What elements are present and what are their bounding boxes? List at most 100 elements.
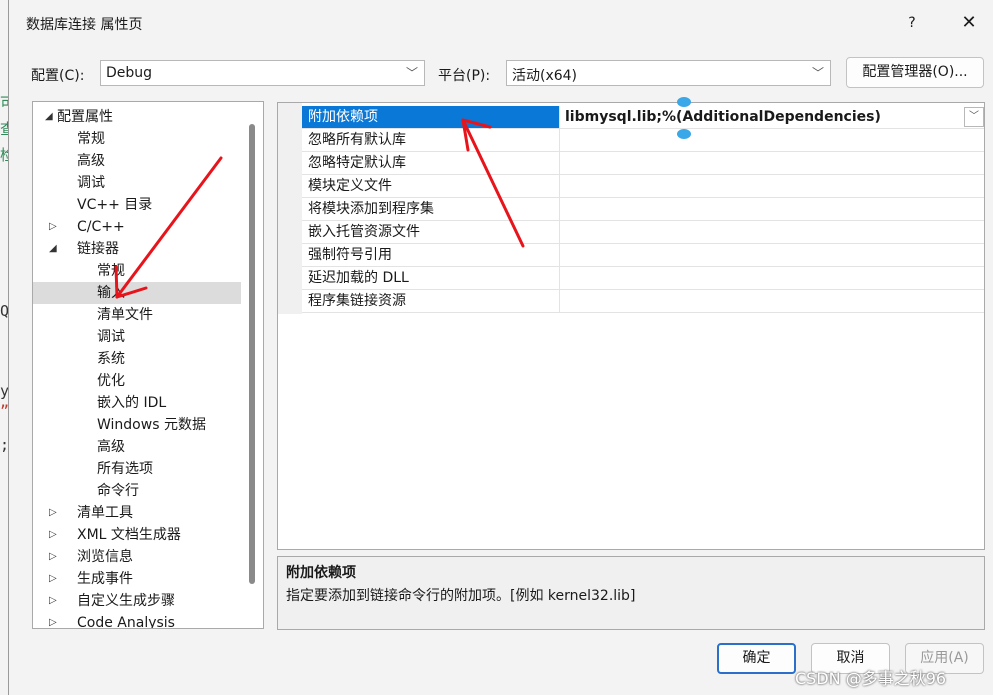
- tree-item[interactable]: ▷ 清单工具: [33, 502, 241, 524]
- tree-item-label: 嵌入的 IDL: [97, 395, 167, 411]
- platform-value: 活动(x64): [512, 68, 578, 84]
- property-value[interactable]: [560, 244, 965, 266]
- config-label: 配置(C):: [31, 68, 85, 84]
- property-name: 附加依赖项: [302, 106, 560, 128]
- tree-item[interactable]: ▷ XML 文档生成器: [33, 524, 241, 546]
- expand-icon[interactable]: ▷: [49, 546, 61, 568]
- tree-item-label: Code Analysis: [77, 615, 175, 629]
- property-grid[interactable]: 附加依赖项 libmysql.lib;%(AdditionalDependenci…: [277, 97, 985, 550]
- dialog-title: 数据库连接 属性页: [26, 17, 143, 33]
- tree-item[interactable]: ▷ 生成事件: [33, 568, 241, 590]
- tree-item[interactable]: ◢ 配置属性: [33, 106, 241, 128]
- collapse-icon[interactable]: ◢: [49, 238, 61, 260]
- tree-item-label: 高级: [97, 439, 125, 455]
- tree-item[interactable]: ▷ Code Analysis: [33, 612, 241, 629]
- expand-icon[interactable]: ▷: [49, 502, 61, 524]
- property-row[interactable]: 程序集链接资源: [302, 290, 984, 313]
- property-row[interactable]: 延迟加载的 DLL: [302, 267, 984, 290]
- property-value[interactable]: [560, 267, 965, 289]
- chevron-down-icon: ﹀: [405, 66, 418, 80]
- property-row[interactable]: 忽略所有默认库: [302, 129, 984, 152]
- tree-item[interactable]: 调试: [33, 326, 241, 348]
- tree-item-label: VC++ 目录: [77, 197, 153, 213]
- tree-item[interactable]: VC++ 目录: [33, 194, 241, 216]
- property-value[interactable]: [560, 221, 965, 243]
- property-row[interactable]: 附加依赖项 libmysql.lib;%(AdditionalDependenci…: [302, 106, 984, 129]
- property-value[interactable]: [560, 152, 965, 174]
- tree-item[interactable]: 调试: [33, 172, 241, 194]
- property-row[interactable]: 将模块添加到程序集: [302, 198, 984, 221]
- tree-item[interactable]: ▷ 自定义生成步骤: [33, 590, 241, 612]
- text-caret-handle-icon[interactable]: [677, 97, 691, 107]
- property-row[interactable]: 强制符号引用: [302, 244, 984, 267]
- tree-item-label: C/C++: [77, 219, 125, 235]
- tree-item-label: 调试: [77, 175, 105, 191]
- tree-scrollbar[interactable]: [249, 124, 255, 584]
- tree-item[interactable]: 嵌入的 IDL: [33, 392, 241, 414]
- collapse-icon[interactable]: ◢: [45, 106, 57, 128]
- property-name: 延迟加载的 DLL: [302, 267, 560, 289]
- property-name: 强制符号引用: [302, 244, 560, 266]
- tree-item-label: 高级: [77, 153, 105, 169]
- tree-item[interactable]: 命令行: [33, 480, 241, 502]
- ok-button[interactable]: 确定: [717, 643, 796, 674]
- property-name: 忽略特定默认库: [302, 152, 560, 174]
- tree-item[interactable]: 常规: [33, 260, 241, 282]
- grid-gutter: [278, 103, 302, 314]
- watermark: CSDN @多事之秋96: [795, 669, 947, 688]
- tree-item[interactable]: 优化: [33, 370, 241, 392]
- expand-icon[interactable]: ▷: [49, 524, 61, 546]
- description-text: 指定要添加到链接命令行的附加项。[例如 kernel32.lib]: [286, 588, 636, 604]
- property-row[interactable]: 模块定义文件: [302, 175, 984, 198]
- tree-item[interactable]: 输入: [33, 282, 241, 304]
- platform-label: 平台(P):: [438, 68, 491, 84]
- tree-item[interactable]: 高级: [33, 150, 241, 172]
- expand-icon[interactable]: ▷: [49, 216, 61, 238]
- title-bar: 数据库连接 属性页 ? ✕: [9, 0, 993, 46]
- property-value[interactable]: [560, 175, 965, 197]
- property-name: 模块定义文件: [302, 175, 560, 197]
- tree-item[interactable]: 系统: [33, 348, 241, 370]
- help-button[interactable]: ?: [897, 10, 927, 36]
- tree-item[interactable]: ▷ C/C++: [33, 216, 241, 238]
- property-name: 忽略所有默认库: [302, 129, 560, 151]
- expand-icon[interactable]: ▷: [49, 568, 61, 590]
- tree-item-label: 浏览信息: [77, 549, 133, 565]
- tree-item[interactable]: 高级: [33, 436, 241, 458]
- expand-icon[interactable]: ▷: [49, 590, 61, 612]
- value-dropdown-icon[interactable]: ﹀: [964, 107, 984, 127]
- tree-item[interactable]: 所有选项: [33, 458, 241, 480]
- tree-item-label: 命令行: [97, 483, 139, 499]
- close-button[interactable]: ✕: [954, 10, 984, 36]
- tree-item[interactable]: ◢ 链接器: [33, 238, 241, 260]
- tree-item[interactable]: 清单文件: [33, 304, 241, 326]
- property-value[interactable]: libmysql.lib;%(AdditionalDependencies): [560, 106, 965, 128]
- platform-select[interactable]: 活动(x64) ﹀: [506, 60, 831, 86]
- property-row[interactable]: 忽略特定默认库: [302, 152, 984, 175]
- property-pages-dialog: 数据库连接 属性页 ? ✕ 配置(C): Debug ﹀ 平台(P): 活动(x…: [8, 0, 993, 695]
- description-panel: 附加依赖项 指定要添加到链接命令行的附加项。[例如 kernel32.lib]: [277, 556, 985, 630]
- property-value[interactable]: [560, 198, 965, 220]
- tree-item[interactable]: ▷ 浏览信息: [33, 546, 241, 568]
- tree-item-label: XML 文档生成器: [77, 527, 181, 543]
- tree-item-label: 调试: [97, 329, 125, 345]
- property-value[interactable]: [560, 290, 965, 312]
- tree-item-label: 常规: [97, 263, 125, 279]
- tree-item-label: 所有选项: [97, 461, 153, 477]
- tree-item-label: 配置属性: [57, 109, 113, 125]
- configuration-manager-button[interactable]: 配置管理器(O)...: [846, 57, 984, 88]
- tree-item-label: 系统: [97, 351, 125, 367]
- tree-item[interactable]: 常规: [33, 128, 241, 150]
- property-tree[interactable]: ◢ 配置属性 常规 高级 调试 VC++ 目录 ▷ C/C++ ◢ 链接器 常规 输入 清单文件 调试 系统…: [32, 101, 264, 629]
- config-value: Debug: [106, 65, 153, 81]
- tree-item-label: 清单文件: [97, 307, 153, 323]
- property-value[interactable]: [560, 129, 965, 151]
- tree-item-label: 输入: [97, 285, 125, 301]
- config-select[interactable]: Debug ﹀: [100, 60, 425, 86]
- tree-item-label: 优化: [97, 373, 125, 389]
- property-row[interactable]: 嵌入托管资源文件: [302, 221, 984, 244]
- tree-item[interactable]: Windows 元数据: [33, 414, 241, 436]
- property-name: 将模块添加到程序集: [302, 198, 560, 220]
- text-caret-handle-icon[interactable]: [677, 129, 691, 139]
- expand-icon[interactable]: ▷: [49, 612, 61, 628]
